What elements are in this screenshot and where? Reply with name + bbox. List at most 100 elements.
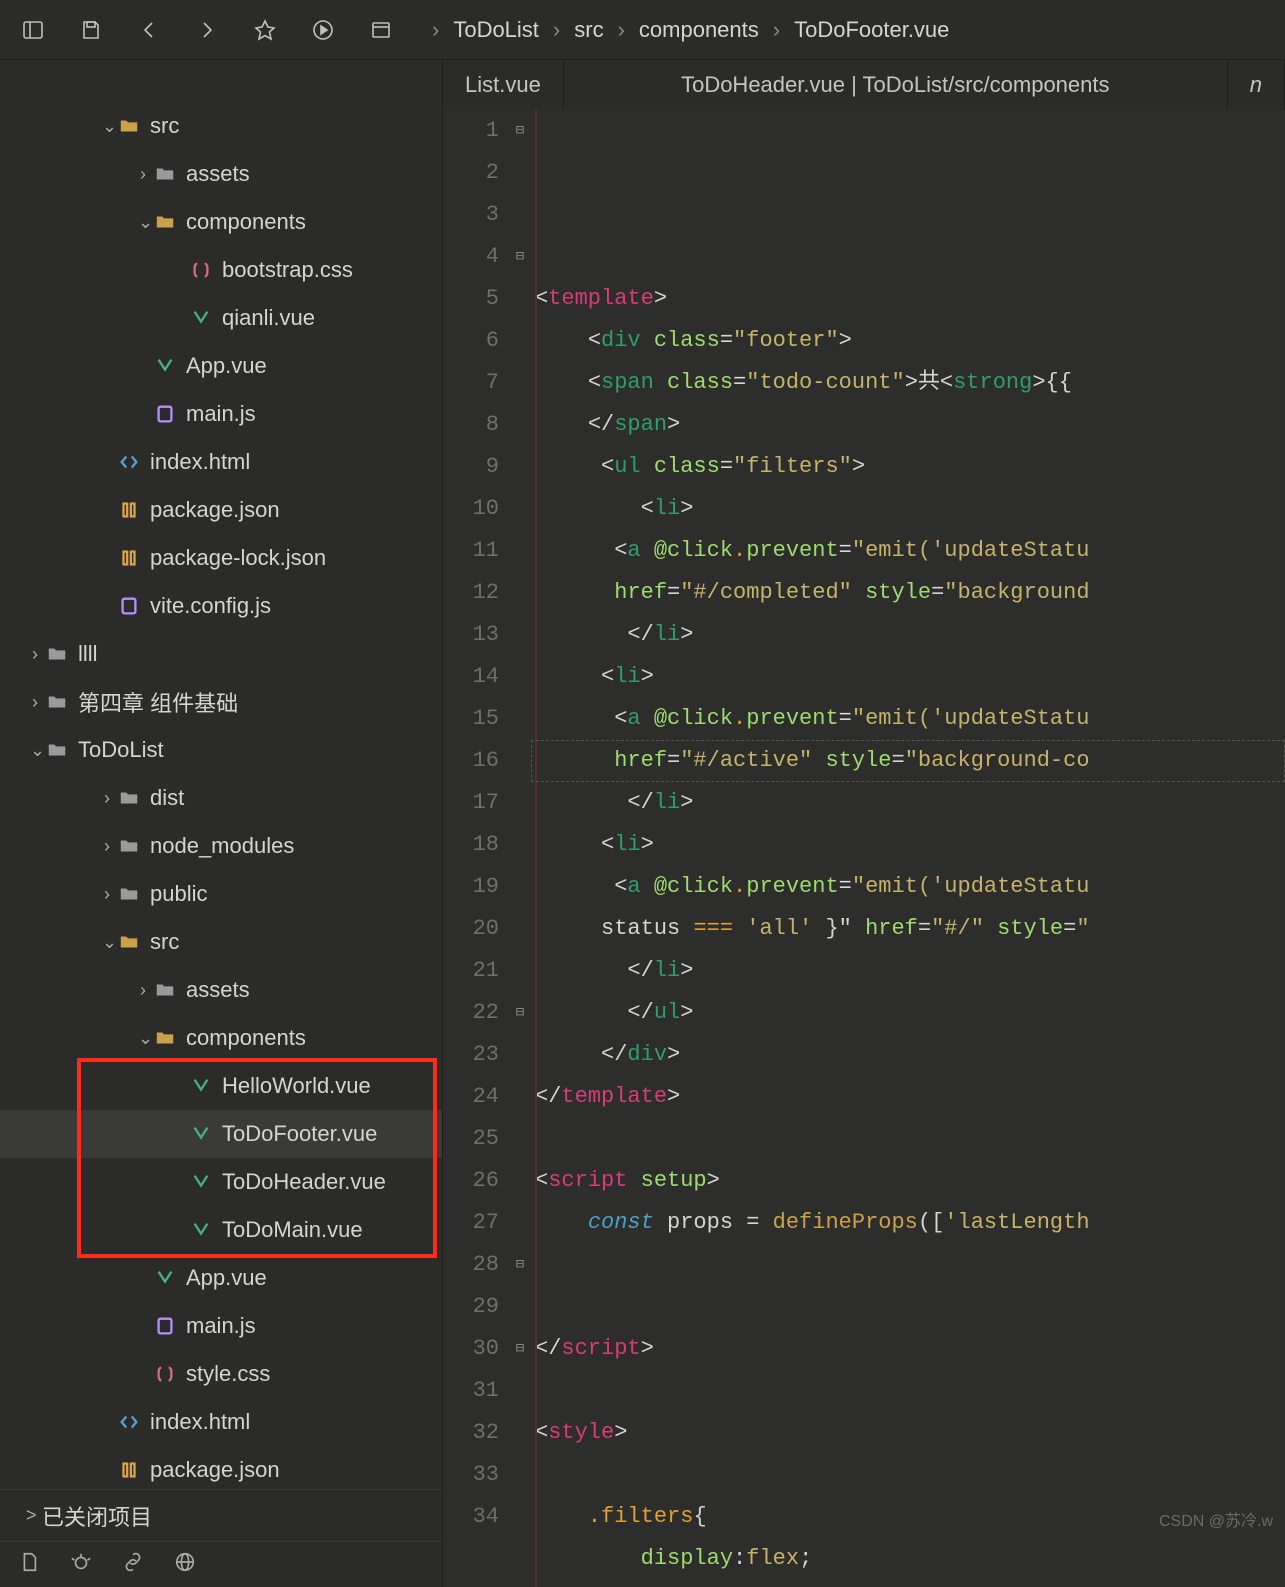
chevron-down-icon[interactable]: ⌄ — [102, 932, 112, 953]
run-icon[interactable] — [296, 3, 350, 57]
breadcrumb-item[interactable]: ToDoFooter.vue — [794, 17, 949, 43]
tree-item-label: node_modules — [150, 833, 294, 859]
tree-item[interactable]: ⌄components — [0, 198, 442, 246]
tree-item[interactable]: › node_modules — [0, 822, 442, 870]
folder-icon — [118, 835, 140, 857]
file-icon — [190, 307, 212, 329]
tree-item[interactable]: HelloWorld.vue — [0, 1062, 442, 1110]
chevron-down-icon[interactable]: ⌄ — [138, 212, 148, 233]
link-icon[interactable] — [122, 1551, 144, 1579]
chevron-down-icon[interactable]: ⌄ — [138, 1028, 148, 1049]
tree-item[interactable]: vite.config.js — [0, 582, 442, 630]
folder-icon — [46, 643, 68, 665]
tree-item[interactable]: ⌄ ToDoList — [0, 726, 442, 774]
tree-item[interactable]: › dist — [0, 774, 442, 822]
tree-item[interactable]: ToDoHeader.vue — [0, 1158, 442, 1206]
tree-item[interactable]: index.html — [0, 438, 442, 486]
chevron-right-icon[interactable]: › — [102, 836, 112, 857]
file-icon — [118, 547, 140, 569]
file-icon — [190, 1219, 212, 1241]
chevron-right-icon[interactable]: › — [102, 884, 112, 905]
chevron-right-icon[interactable]: › — [138, 164, 148, 185]
chevron-right-icon[interactable]: › — [30, 644, 40, 665]
chevron-down-icon[interactable]: ⌄ — [30, 740, 40, 761]
tree-item[interactable]: App.vue — [0, 342, 442, 390]
doc-icon[interactable] — [18, 1551, 40, 1579]
tree-item[interactable]: › llll — [0, 630, 442, 678]
folder-icon — [154, 211, 176, 233]
chevron-down-icon[interactable]: ⌄ — [102, 116, 112, 137]
tab-todoheader[interactable]: ToDoHeader.vue | ToDoList/src/components — [564, 60, 1228, 110]
tree-item-label: App.vue — [186, 1265, 267, 1291]
code-area[interactable]: 1234567891011121314151617181920212223242… — [443, 110, 1285, 1587]
tab-overflow[interactable]: n — [1228, 60, 1285, 110]
panel-toggle-icon[interactable] — [6, 3, 60, 57]
tree-item[interactable]: package-lock.json — [0, 534, 442, 582]
tree-item[interactable]: › public — [0, 870, 442, 918]
fold-column[interactable]: ⊟⊟⊟⊟⊟ — [509, 110, 531, 1587]
tree-item-label: public — [150, 881, 207, 907]
browse-file-icon[interactable] — [354, 3, 408, 57]
tree-item[interactable]: ToDoMain.vue — [0, 1206, 442, 1254]
chevron-right-icon: > — [26, 1505, 36, 1526]
tree-item-label: assets — [186, 977, 250, 1003]
tree-item[interactable]: App.vue — [0, 1254, 442, 1302]
tree-item-label: bootstrap.css — [222, 257, 353, 283]
chevron-right-icon: › — [553, 17, 560, 43]
file-icon — [190, 1075, 212, 1097]
tree-item[interactable]: bootstrap.css — [0, 246, 442, 294]
closed-projects-row[interactable]: > 已关闭项目 — [0, 1489, 442, 1541]
tree-item[interactable]: main.js — [0, 390, 442, 438]
folder-icon — [118, 115, 140, 137]
tree-item-label: index.html — [150, 1409, 250, 1435]
folder-icon — [154, 979, 176, 1001]
save-icon[interactable] — [64, 3, 118, 57]
tree-item[interactable]: ⌄src — [0, 102, 442, 150]
globe-icon[interactable] — [174, 1551, 196, 1579]
tree-item[interactable]: ⌄src — [0, 918, 442, 966]
tree-item-label: ToDoList — [78, 737, 164, 763]
tree-item-label: dist — [150, 785, 184, 811]
tree-item[interactable]: ToDoFooter.vue — [0, 1110, 442, 1158]
folder-icon — [46, 691, 68, 713]
tree-item[interactable]: › assets — [0, 966, 442, 1014]
file-icon — [190, 1123, 212, 1145]
forward-icon[interactable] — [180, 3, 234, 57]
tree-item[interactable]: index.html — [0, 1398, 442, 1446]
file-tree[interactable]: ⌄src › assets ⌄components bootstrap.css qianl… — [0, 60, 442, 1489]
file-icon — [154, 403, 176, 425]
tree-item-label: package.json — [150, 497, 280, 523]
chevron-right-icon[interactable]: › — [102, 788, 112, 809]
breadcrumb-item[interactable]: ToDoList — [453, 17, 539, 43]
folder-icon — [118, 931, 140, 953]
tree-item-label: App.vue — [186, 353, 267, 379]
tree-item[interactable]: package.json — [0, 1446, 442, 1489]
file-icon — [154, 1315, 176, 1337]
tree-item-label: package-lock.json — [150, 545, 326, 571]
tree-item[interactable]: package.json — [0, 486, 442, 534]
tree-item[interactable]: ›assets — [0, 150, 442, 198]
chevron-right-icon: › — [618, 17, 625, 43]
tree-item[interactable]: ›第四章 组件基础 — [0, 678, 442, 726]
bug-icon[interactable] — [70, 1551, 92, 1579]
chevron-right-icon[interactable]: › — [30, 692, 40, 713]
tree-item[interactable]: qianli.vue — [0, 294, 442, 342]
tree-item[interactable]: main.js — [0, 1302, 442, 1350]
toolbar: › ToDoList › src › components › ToDoFoot… — [0, 0, 1285, 60]
file-explorer: ⌄src › assets ⌄components bootstrap.css qianl… — [0, 60, 443, 1587]
file-icon — [118, 1459, 140, 1481]
tree-item-label: llll — [78, 641, 98, 667]
status-strip — [0, 1541, 442, 1587]
tree-item[interactable]: ⌄components — [0, 1014, 442, 1062]
editor-tabs: List.vue ToDoHeader.vue | ToDoList/src/c… — [443, 60, 1285, 110]
tree-item-label: package.json — [150, 1457, 280, 1483]
back-icon[interactable] — [122, 3, 176, 57]
breadcrumb-item[interactable]: src — [574, 17, 603, 43]
tree-item-label: ToDoFooter.vue — [222, 1121, 377, 1147]
star-icon[interactable] — [238, 3, 292, 57]
chevron-right-icon[interactable]: › — [138, 980, 148, 1001]
breadcrumb-item[interactable]: components — [639, 17, 759, 43]
tab-listvue[interactable]: List.vue — [443, 60, 564, 110]
code-content[interactable]: <template> <div class="footer"> <span cl… — [531, 110, 1285, 1587]
tree-item[interactable]: style.css — [0, 1350, 442, 1398]
